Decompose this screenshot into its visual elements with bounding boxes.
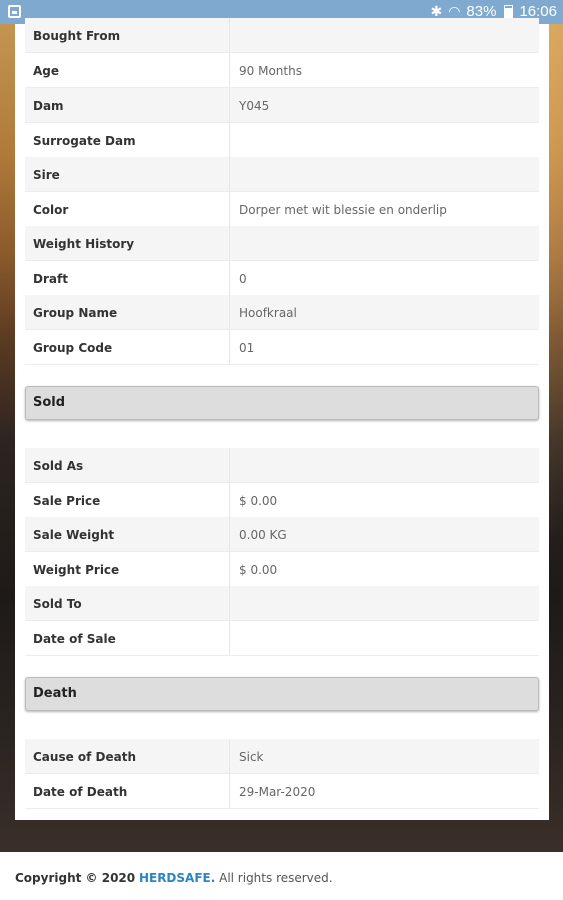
detail-row-sire: Sire	[25, 157, 539, 192]
row-value: 90 Months	[239, 64, 302, 78]
row-label: Sire	[33, 168, 60, 182]
death-row-date: Date of Death 29-Mar-2020	[25, 774, 539, 809]
row-value: Hoofkraal	[239, 306, 297, 320]
row-value: Sick	[239, 750, 264, 764]
sold-row-date-of-sale: Date of Sale	[25, 621, 539, 656]
row-value: 29-Mar-2020	[239, 785, 316, 799]
row-label: Surrogate Dam	[33, 134, 136, 148]
row-value: 0	[239, 272, 247, 286]
image-icon	[8, 5, 21, 18]
row-label: Draft	[33, 272, 68, 286]
animal-detail-card: Bought From Age 90 Months Dam Y045 Surroga…	[15, 18, 549, 820]
detail-row-draft: Draft 0	[25, 261, 539, 296]
row-label: Sold As	[33, 459, 84, 473]
detail-row-bought-from: Bought From	[25, 18, 539, 53]
detail-row-group-name: Group Name Hoofkraal	[25, 295, 539, 330]
row-value: $ 0.00	[239, 563, 278, 577]
copyright-text: Copyright © 2020 HERDSAFE. All rights re…	[15, 871, 333, 885]
death-section-header[interactable]: Death	[25, 677, 539, 711]
brand-link[interactable]: HERDSAFE.	[139, 871, 215, 885]
row-value: Y045	[239, 99, 270, 113]
detail-row-surrogate-dam: Surrogate Dam	[25, 123, 539, 158]
row-label: Date of Sale	[33, 632, 116, 646]
sold-row-sold-to: Sold To	[25, 586, 539, 621]
row-label: Weight History	[33, 237, 135, 251]
row-label: Weight Price	[33, 563, 120, 577]
sold-section-header[interactable]: Sold	[25, 386, 539, 420]
detail-row-group-code: Group Code 01	[25, 330, 539, 365]
battery-icon	[504, 4, 514, 19]
row-label: Group Code	[33, 341, 113, 355]
row-label: Cause of Death	[33, 750, 137, 764]
row-label: Dam	[33, 99, 64, 113]
sold-row-sale-weight: Sale Weight 0.00 KG	[25, 517, 539, 552]
row-label: Color	[33, 203, 69, 217]
row-label: Sold To	[33, 597, 82, 611]
copyright-label: Copyright © 2020	[15, 871, 136, 885]
row-label: Age	[33, 64, 60, 78]
row-value: 01	[239, 341, 255, 355]
death-row-cause: Cause of Death Sick	[25, 739, 539, 774]
row-value: Dorper met wit blessie en onderlip	[239, 203, 447, 217]
sold-row-sold-as: Sold As	[25, 448, 539, 483]
row-label: Sale Weight	[33, 528, 115, 542]
row-label: Bought From	[33, 29, 121, 43]
rights-text: All rights reserved.	[219, 871, 333, 885]
sold-row-sale-price: Sale Price $ 0.00	[25, 483, 539, 518]
sold-row-weight-price: Weight Price $ 0.00	[25, 552, 539, 587]
row-value: $ 0.00	[239, 494, 278, 508]
page-footer: Copyright © 2020 HERDSAFE. All rights re…	[0, 852, 563, 900]
detail-row-weight-history: Weight History	[25, 226, 539, 261]
row-label: Group Name	[33, 306, 118, 320]
section-title: Sold	[33, 395, 66, 410]
detail-row-dam: Dam Y045	[25, 88, 539, 123]
row-label: Sale Price	[33, 494, 101, 508]
row-value: 0.00 KG	[239, 528, 287, 542]
section-title: Death	[33, 686, 77, 701]
row-label: Date of Death	[33, 785, 128, 799]
detail-row-age: Age 90 Months	[25, 53, 539, 88]
detail-row-color: Color Dorper met wit blessie en onderlip	[25, 192, 539, 227]
